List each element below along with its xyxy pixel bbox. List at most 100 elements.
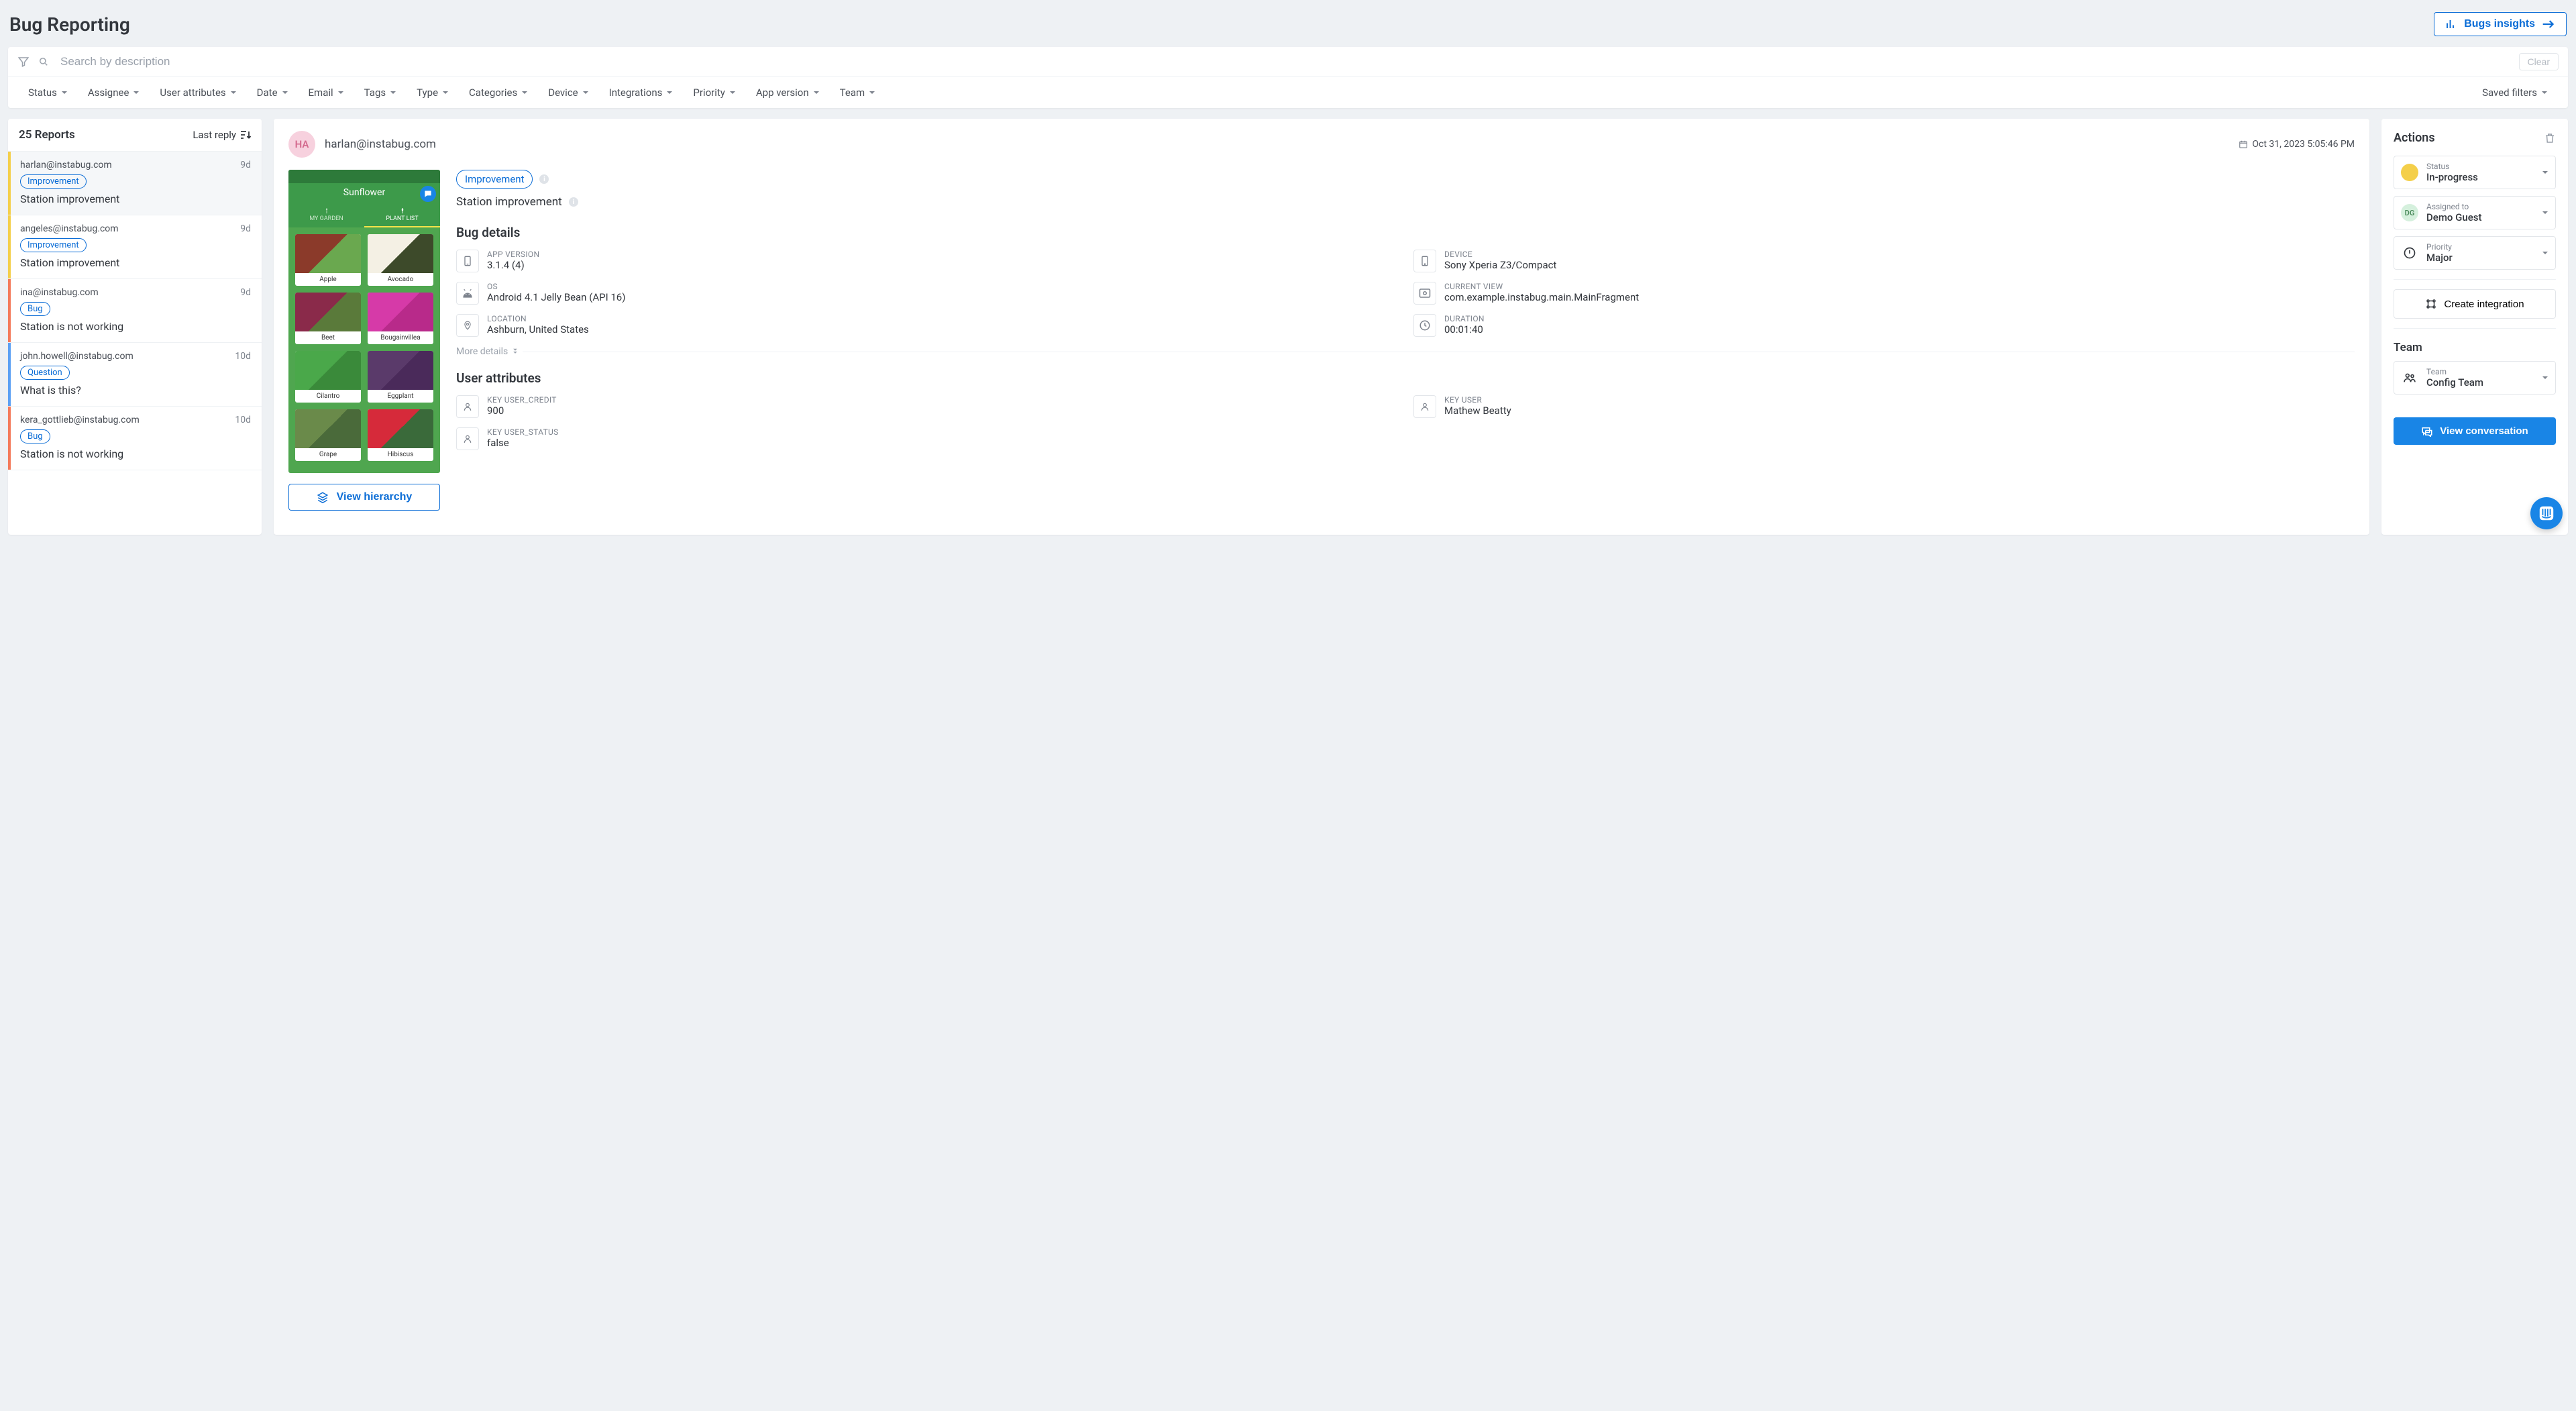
plant-card: Grape [295,409,361,461]
screenshot-tab-garden: MY GARDEN [288,202,364,227]
type-pill: Improvement [456,170,533,189]
view-hierarchy-button[interactable]: View hierarchy [288,484,440,511]
report-email: harlan@instabug.com [20,160,112,170]
kv-user-status: KEY USER_STATUSfalse [456,427,1397,450]
report-summary: Station improvement i [456,195,2355,209]
android-icon [462,289,474,298]
report-email: ina@instabug.com [20,287,99,298]
person-icon [463,401,472,412]
actions-panel: Actions StatusIn-progress DG Assigned to… [2381,119,2568,535]
status-select[interactable]: StatusIn-progress [2394,156,2556,189]
clock-icon [1419,319,1431,331]
page-header: Bug Reporting Bugs insights [8,8,2568,47]
bar-chart-icon [2445,18,2457,30]
kv-device: DEVICESony Xperia Z3/Compact [1413,250,2355,272]
report-title: Station improvement [20,193,251,205]
screenshot-app-title: Sunflower [288,183,440,202]
plant-card: Hibiscus [368,409,433,461]
priority-select[interactable]: PriorityMajor [2394,236,2556,270]
report-item[interactable]: harlan@instabug.com9dImprovementStation … [8,152,262,215]
sort-icon [240,130,251,140]
plant-card: Eggplant [368,351,433,403]
filter-app-version[interactable]: App version [753,83,822,103]
funnel-icon[interactable] [17,56,30,68]
bugs-insights-button[interactable]: Bugs insights [2434,12,2567,36]
view-hierarchy-label: View hierarchy [337,491,413,503]
double-chevron-down-icon [512,348,519,355]
search-input[interactable] [58,52,2510,71]
device-icon [1419,255,1430,267]
report-title: What is this? [20,384,251,397]
filter-integrations[interactable]: Integrations [606,83,676,103]
kv-user-credit: KEY USER_CREDIT900 [456,395,1397,418]
filter-tags[interactable]: Tags [362,83,399,103]
reports-count: 25 Reports [19,128,75,142]
pin-icon [463,319,472,331]
report-time: 9d [240,223,251,234]
filter-device[interactable]: Device [545,83,591,103]
kv-user: KEY USERMathew Beatty [1413,395,2355,418]
filter-team[interactable]: Team [837,83,879,103]
report-item[interactable]: ina@instabug.com9dBugStation is not work… [8,279,262,343]
report-item[interactable]: kera_gottlieb@instabug.com 10d Bug Station … [8,407,262,470]
chevron-down-icon [390,89,396,96]
report-tag: Bug [20,429,50,443]
view-conversation-button[interactable]: View conversation [2394,417,2556,445]
plant-card: Apple [295,234,361,286]
report-item[interactable]: john.howell@instabug.com10dQuestionWhat … [8,343,262,407]
kv-duration: DURATION00:01:40 [1413,314,2355,337]
team-icon [2401,369,2418,386]
kv-location: LOCATIONAshburn, United States [456,314,1397,337]
actions-heading: Actions [2394,131,2435,145]
screenshot-preview[interactable]: Sunflower MY GARDEN PLANT LIST [288,170,440,473]
report-time: 10d [235,415,251,425]
chevron-down-icon [442,89,449,96]
chevron-down-icon [666,89,673,96]
intercom-launcher[interactable] [2530,497,2563,529]
report-timestamp: Oct 31, 2023 5:05:46 PM [2239,139,2355,150]
calendar-icon [2239,140,2248,149]
chat-bubble-icon [420,186,436,202]
filter-email[interactable]: Email [306,83,347,103]
search-card: Clear Status Assignee User attributes Date E… [8,47,2568,108]
person-icon [1420,401,1430,412]
screenshot-tab-plantlist: PLANT LIST [364,202,440,227]
chevron-down-icon [729,89,736,96]
filter-assignee[interactable]: Assignee [85,83,143,103]
priority-icon [2401,244,2418,262]
chevron-down-icon [2541,89,2548,96]
info-icon: i [539,174,549,184]
assignee-select[interactable]: DG Assigned toDemo Guest [2394,196,2556,229]
chevron-down-icon [2542,169,2548,176]
kv-os: OSAndroid 4.1 Jelly Bean (API 16) [456,282,1397,305]
plant-card: Bougainvillea [368,293,433,344]
intercom-icon [2538,505,2555,522]
sort-label: Last reply [193,129,236,141]
trash-icon[interactable] [2544,132,2556,145]
page-title: Bug Reporting [9,13,130,36]
filter-user-attributes[interactable]: User attributes [157,83,239,103]
report-title: Station improvement [20,256,251,269]
filter-type[interactable]: Type [414,83,451,103]
report-title: Station is not working [20,320,251,333]
sort-button[interactable]: Last reply [193,129,251,141]
more-details-toggle[interactable]: More details [456,346,2355,357]
saved-filters-dropdown[interactable]: Saved filters [2479,83,2551,103]
filter-priority[interactable]: Priority [690,83,738,103]
clear-button[interactable]: Clear [2519,53,2559,70]
chevron-down-icon [2542,209,2548,216]
plant-card: Beet [295,293,361,344]
filter-date[interactable]: Date [254,83,291,103]
filter-status[interactable]: Status [25,83,70,103]
chevron-down-icon [869,89,875,96]
report-item[interactable]: angeles@instabug.com9dImprovementStation… [8,215,262,279]
reports-list[interactable]: harlan@instabug.com9dImprovementStation … [8,151,262,535]
report-email: john.howell@instabug.com [20,351,133,362]
view-conversation-label: View conversation [2440,425,2528,437]
create-integration-button[interactable]: Create integration [2394,289,2556,319]
filter-categories[interactable]: Categories [466,83,531,103]
report-email: kera_gottlieb@instabug.com [20,415,140,425]
team-select[interactable]: TeamConfig Team [2394,361,2556,395]
report-title: Station is not working [20,448,251,460]
search-icon [39,57,48,66]
